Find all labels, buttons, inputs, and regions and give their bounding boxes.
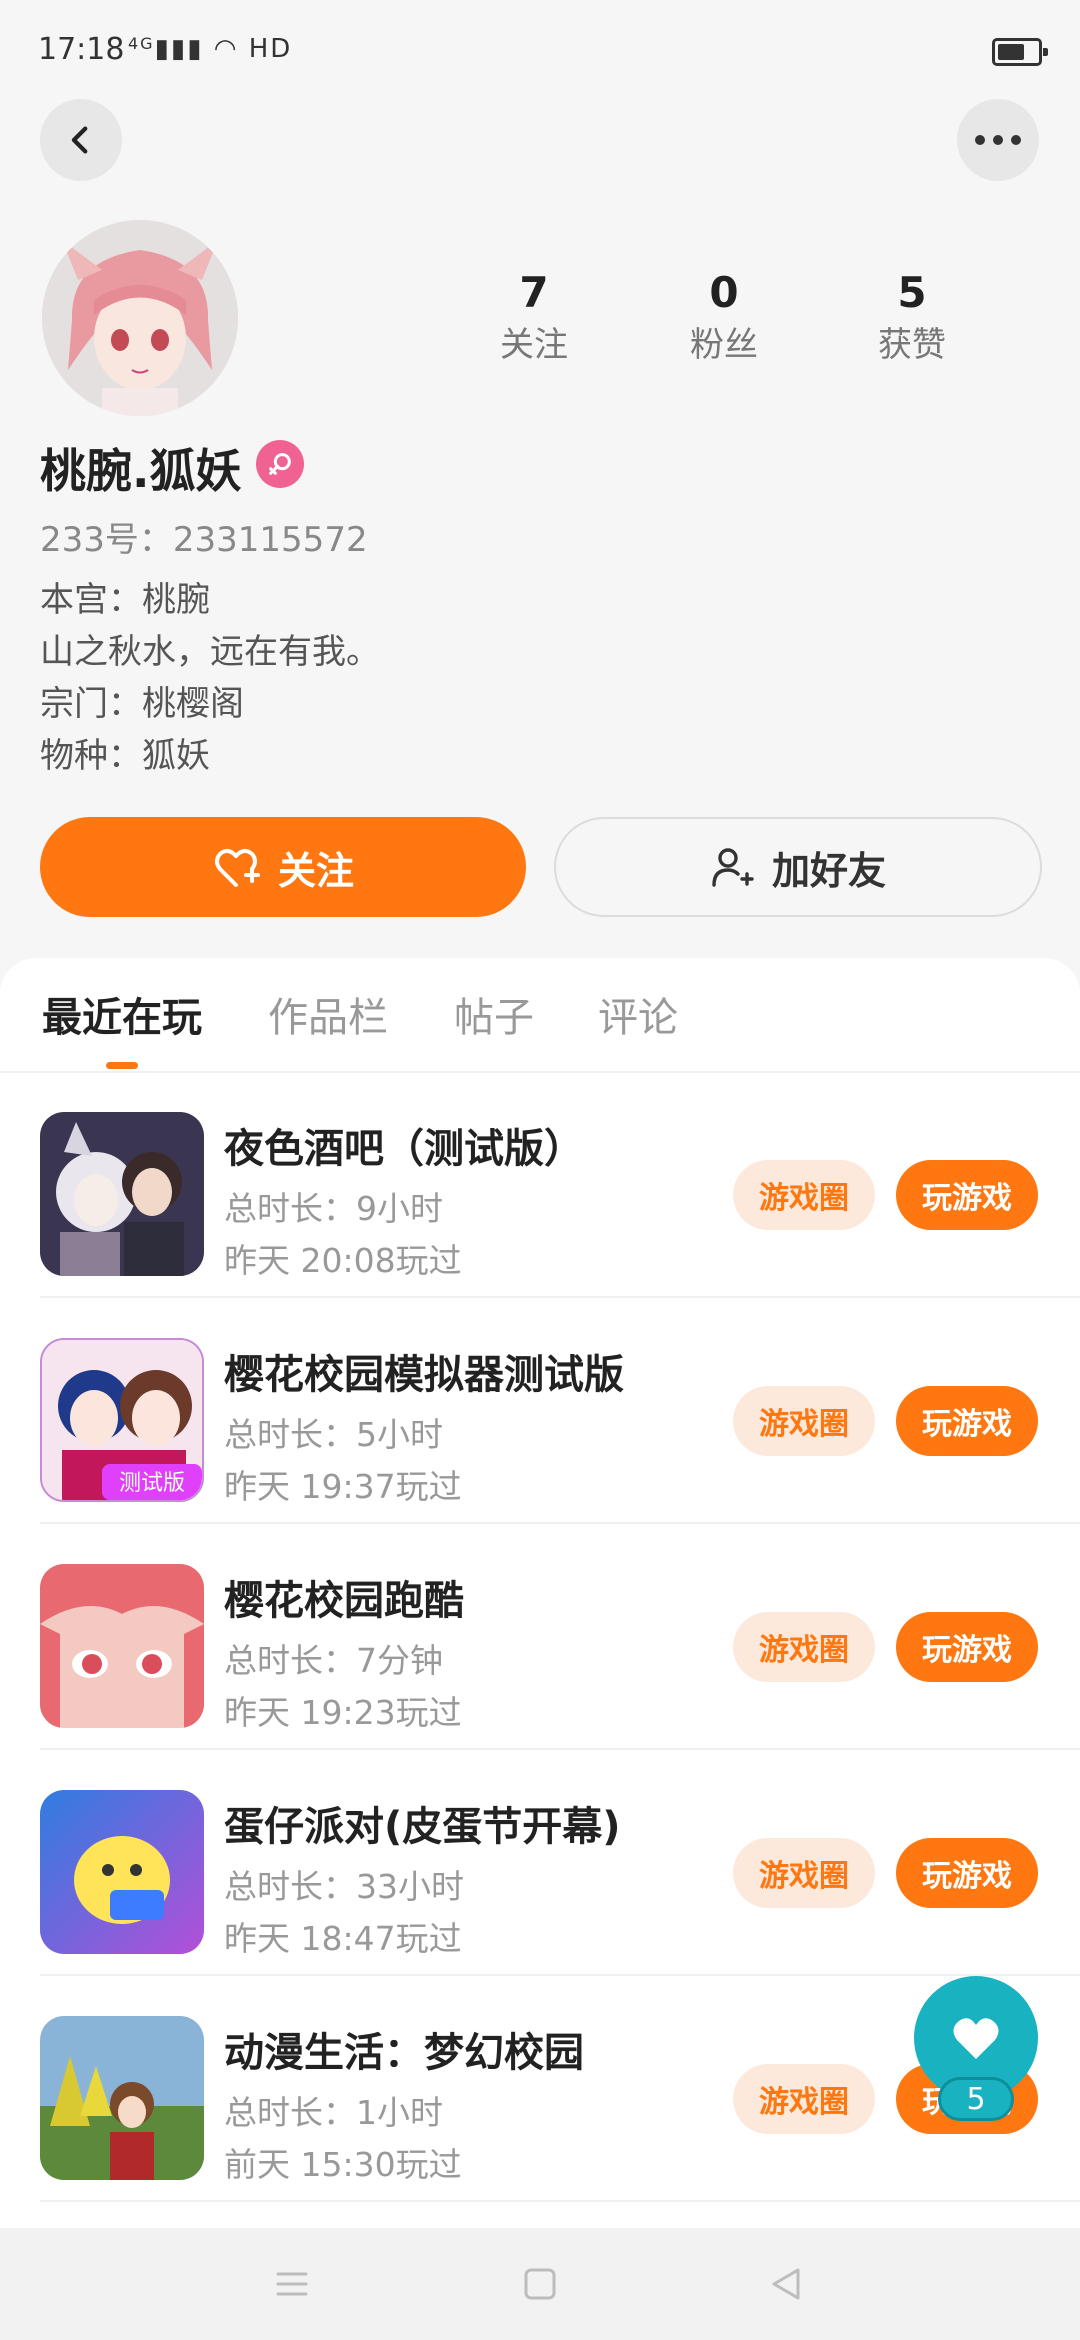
game-icon [40, 1112, 204, 1276]
play-game-button[interactable]: 玩游戏 [896, 1386, 1038, 1456]
status-time: 17:18 [38, 32, 125, 67]
avatar[interactable] [42, 220, 238, 416]
game-last-played: 昨天 19:37玩过 [224, 1467, 462, 1506]
stat-likes-label: 获赞 [878, 325, 946, 365]
more-button[interactable] [957, 99, 1039, 181]
game-icon [40, 1790, 204, 1954]
game-row[interactable]: 测试版 樱花校园模拟器测试版 总时长：5小时 昨天 19:37玩过 游戏圈 玩游… [0, 1298, 1080, 1524]
avatar-image [42, 220, 238, 416]
stat-fans-count: 0 [709, 268, 739, 317]
system-nav-bar [0, 2228, 1080, 2340]
stat-fans-label: 粉丝 [690, 325, 758, 365]
game-last-played: 前天 15:30玩过 [224, 2145, 462, 2184]
bio-line: 宗门：桃樱阁 [40, 684, 244, 724]
bio-line: 物种：狐妖 [40, 736, 210, 776]
game-row[interactable]: 动漫生活：梦幻校园 总时长：1小时 前天 15:30玩过 游戏圈 玩游戏 [0, 1976, 1080, 2202]
tab-posts[interactable]: 帖子 [454, 985, 534, 1043]
network-type: 4G [128, 34, 155, 53]
game-circle-button[interactable]: 游戏圈 [733, 2064, 875, 2134]
game-icon: 测试版 [40, 1338, 204, 1502]
game-last-played: 昨天 19:23玩过 [224, 1693, 462, 1732]
game-row[interactable]: 樱花校园跑酷 总时长：7分钟 昨天 19:23玩过 游戏圈 玩游戏 [0, 1524, 1080, 1750]
game-circle-button[interactable]: 游戏圈 [733, 1386, 875, 1456]
profile-name: 桃腕.狐妖 [40, 444, 242, 498]
heart-icon [953, 2018, 999, 2059]
status-bar: 17:18 4G▮▮▮ ◠ HD [0, 0, 1080, 100]
game-icon [40, 2016, 204, 2180]
game-circle-button[interactable]: 游戏圈 [733, 1612, 875, 1682]
game-icon [40, 1564, 204, 1728]
svg-text:测试版: 测试版 [119, 1471, 185, 1496]
play-game-button[interactable]: 玩游戏 [896, 1160, 1038, 1230]
back-nav-icon[interactable] [766, 2264, 806, 2304]
game-title: 樱花校园跑酷 [224, 1578, 464, 1624]
tab-comments[interactable]: 评论 [598, 985, 678, 1043]
game-row[interactable]: 蛋仔派对(皮蛋节开幕) 总时长：33小时 昨天 18:47玩过 游戏圈 玩游戏 [0, 1750, 1080, 1976]
more-dots-icon [975, 135, 1021, 145]
stat-likes[interactable]: 5 获赞 [842, 265, 982, 367]
bio-line: 本宫：桃腕 [40, 580, 210, 620]
game-duration: 总时长：5小时 [224, 1415, 443, 1454]
battery-icon [992, 38, 1048, 66]
stat-following-label: 关注 [500, 325, 568, 365]
game-duration: 总时长：7分钟 [224, 1641, 443, 1680]
game-row[interactable]: 夜色酒吧（测试版） 总时长：9小时 昨天 20:08玩过 游戏圈 玩游戏 [0, 1072, 1080, 1298]
game-circle-button[interactable]: 游戏圈 [733, 1160, 875, 1230]
game-duration: 总时长：1小时 [224, 2093, 443, 2132]
back-button[interactable] [40, 99, 122, 181]
tab-works[interactable]: 作品栏 [268, 985, 388, 1043]
follow-button[interactable]: 关注 [40, 817, 526, 917]
add-user-icon [712, 848, 754, 887]
stat-fans[interactable]: 0 粉丝 [654, 265, 794, 367]
game-title: 蛋仔派对(皮蛋节开幕) [224, 1804, 621, 1850]
stat-following[interactable]: 7 关注 [464, 265, 604, 367]
game-duration: 总时长：9小时 [224, 1189, 443, 1228]
row-divider [40, 2200, 1080, 2202]
game-title: 樱花校园模拟器测试版 [224, 1352, 624, 1398]
play-game-button[interactable]: 玩游戏 [896, 1612, 1038, 1682]
network-signal-icon: 4G▮▮▮ ◠ HD [128, 34, 293, 64]
follow-button-label: 关注 [277, 848, 354, 893]
game-last-played: 昨天 18:47玩过 [224, 1919, 462, 1958]
add-friend-button[interactable]: 加好友 [554, 817, 1042, 917]
game-last-played: 昨天 20:08玩过 [224, 1241, 462, 1280]
chevron-left-icon [71, 126, 88, 154]
add-friend-button-label: 加好友 [771, 848, 886, 893]
stat-likes-count: 5 [897, 268, 927, 317]
game-duration: 总时长：33小时 [224, 1867, 464, 1906]
heart-plus-icon [214, 849, 260, 887]
profile-bio: 本宫：桃腕 山之秋水，远在有我。 宗门：桃樱阁 物种：狐妖 [40, 574, 380, 782]
game-circle-button[interactable]: 游戏圈 [733, 1838, 875, 1908]
hd-label: HD [248, 34, 293, 64]
tab-recent-play[interactable]: 最近在玩 [42, 985, 202, 1043]
tab-indicator [106, 1062, 138, 1069]
bio-line: 山之秋水，远在有我。 [40, 632, 380, 672]
like-count-badge: 5 [938, 2077, 1014, 2121]
user-id: 233号：233115572 [40, 520, 368, 560]
home-icon[interactable] [520, 2264, 560, 2304]
stat-following-count: 7 [519, 268, 549, 317]
game-title: 动漫生活：梦幻校园 [224, 2030, 584, 2076]
female-icon [256, 440, 304, 488]
menu-icon[interactable] [272, 2264, 312, 2304]
tab-bar: 最近在玩 作品栏 帖子 评论 [0, 985, 1080, 1071]
play-game-button[interactable]: 玩游戏 [896, 1838, 1038, 1908]
game-title: 夜色酒吧（测试版） [224, 1126, 584, 1172]
